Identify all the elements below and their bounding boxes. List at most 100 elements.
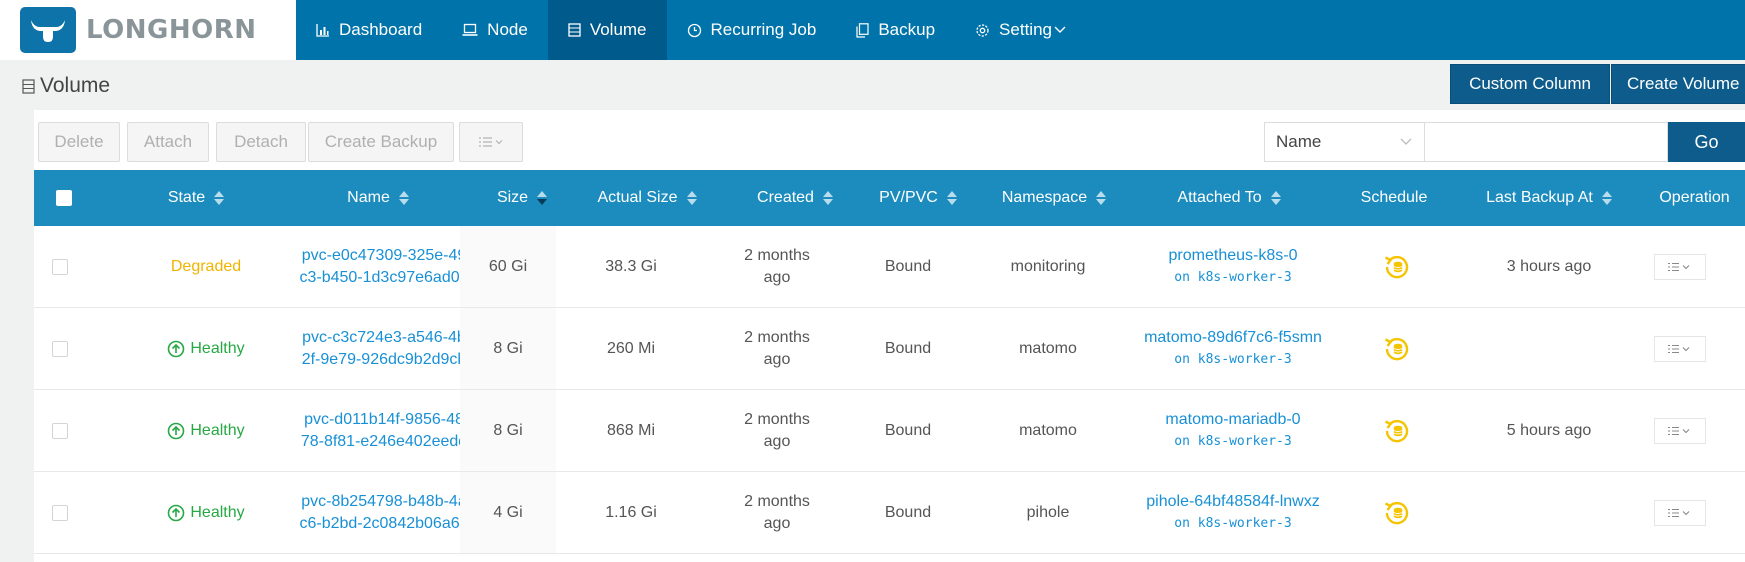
nav-label: Recurring Job (710, 20, 817, 39)
volume-actual-size: 1.16 Gi (605, 503, 657, 521)
row-checkbox[interactable] (52, 259, 68, 275)
volume-name-link[interactable]: pvc-8b254798-b48b-4a c6-b2bd-2c0842b06a64 (284, 472, 484, 553)
attached-workload-link[interactable]: pihole-64bf48584f-lnwxz (1146, 491, 1319, 513)
row-checkbox[interactable] (52, 505, 68, 521)
volume-attached-to: matomo-89d6f7c6-f5smn on k8s-worker-3 (1128, 308, 1338, 389)
nav-recurring-job[interactable]: Recurring Job (667, 0, 837, 60)
column-created[interactable]: Created (724, 170, 866, 226)
gear-icon (976, 23, 989, 37)
list-icon (1668, 262, 1690, 272)
list-icon (1668, 508, 1690, 518)
delete-button[interactable]: Delete (38, 122, 120, 162)
volume-created: 2 months ago (706, 390, 848, 471)
created-line-1: 2 months (744, 492, 810, 510)
operation-menu-button[interactable] (1654, 336, 1706, 362)
recurring-backup-icon[interactable] (1381, 497, 1413, 529)
search-field-select[interactable]: Name (1264, 122, 1425, 162)
detach-button[interactable]: Detach (216, 122, 306, 162)
volume-name-link[interactable]: pvc-d011b14f-9856-48 78-8f81-e246e402eedd (284, 390, 484, 471)
volume-name-link[interactable]: pvc-c3c724e3-a546-4b 2f-9e79-926dc9b2d9cb (284, 308, 484, 389)
attached-workload-link[interactable]: matomo-mariadb-0 (1165, 409, 1300, 431)
more-actions-button[interactable] (459, 122, 523, 162)
recurring-backup-icon[interactable] (1381, 251, 1413, 283)
column-attached-to[interactable]: Attached To (1124, 170, 1334, 226)
operation-menu-button[interactable] (1654, 500, 1706, 526)
operation-menu-button[interactable] (1654, 254, 1706, 280)
sort-icon (946, 191, 957, 205)
arrow-up-circle-icon (168, 422, 185, 439)
longhorn-logo-icon (20, 7, 76, 53)
state-label: Healthy (190, 503, 245, 521)
volume-size: 8 Gi (460, 308, 556, 389)
custom-column-button[interactable]: Custom Column (1450, 64, 1610, 104)
page-title: Volume (22, 74, 110, 98)
volume-name-link[interactable]: pvc-e0c47309-325e-49 c3-b450-1d3c97e6ad0a (284, 226, 484, 307)
created-line-2: ago (763, 514, 791, 532)
row-checkbox[interactable] (52, 423, 68, 439)
nav-dashboard[interactable]: Dashboard (296, 0, 442, 60)
brand[interactable]: LONGHORN (0, 0, 296, 60)
column-state[interactable]: State (116, 170, 276, 226)
attached-workload-link[interactable]: matomo-89d6f7c6-f5smn (1144, 327, 1322, 349)
volume-created: 2 months ago (706, 472, 848, 553)
go-button[interactable]: Go (1668, 122, 1745, 162)
column-pvpvc[interactable]: PV/PVC (848, 170, 988, 226)
column-actual-size[interactable]: Actual Size (572, 170, 722, 226)
nav-volume[interactable]: Volume (547, 0, 667, 60)
name-line-1: pvc-d011b14f-9856-48 (304, 410, 464, 428)
operation-menu-button[interactable] (1654, 418, 1706, 444)
attached-workload-link[interactable]: prometheus-k8s-0 (1169, 245, 1298, 267)
list-icon (1668, 426, 1690, 436)
volume-attached-to: matomo-mariadb-0 on k8s-worker-3 (1128, 390, 1338, 471)
recurring-backup-icon[interactable] (1381, 333, 1413, 365)
nav-setting[interactable]: Setting (955, 0, 1086, 60)
create-backup-button[interactable]: Create Backup (308, 122, 454, 162)
attached-node: on k8s-worker-3 (1174, 433, 1292, 449)
volume-actual-size: 38.3 Gi (605, 257, 657, 275)
chevron-down-icon (1400, 138, 1412, 145)
name-line-2: 2f-9e79-926dc9b2d9cb (301, 350, 467, 368)
page-title-text: Volume (40, 74, 111, 97)
row-checkbox[interactable] (52, 341, 68, 357)
nav-label: Node (487, 20, 528, 39)
column-size[interactable]: Size (472, 170, 572, 226)
nav-backup[interactable]: Backup (836, 0, 955, 60)
table-row: Healthy pvc-8b254798-b48b-4a c6-b2bd-2c08… (34, 472, 1745, 554)
name-line-1: pvc-e0c47309-325e-49 (301, 246, 467, 264)
volume-size: 8 Gi (460, 390, 556, 471)
sort-icon (537, 191, 548, 205)
state-label: Healthy (190, 421, 245, 439)
nav-label: Dashboard (339, 20, 423, 39)
clock-icon (687, 23, 701, 37)
volume-actual-size: 260 Mi (606, 339, 656, 357)
laptop-icon (462, 23, 478, 36)
column-name[interactable]: Name (278, 170, 478, 226)
created-line-2: ago (763, 350, 791, 368)
schedule-cell (1337, 390, 1457, 471)
column-namespace[interactable]: Namespace (974, 170, 1134, 226)
volume-namespace: monitoring (1010, 257, 1086, 275)
arrow-up-circle-icon (168, 340, 185, 357)
attached-node: on k8s-worker-3 (1174, 515, 1292, 531)
attach-button[interactable]: Attach (127, 122, 209, 162)
created-line-1: 2 months (744, 328, 810, 346)
nav-label: Backup (878, 20, 936, 39)
volume-pvpvc: Bound (884, 503, 932, 521)
volume-size: 4 Gi (460, 472, 556, 553)
name-line-2: c3-b450-1d3c97e6ad0a (299, 268, 469, 286)
create-volume-button[interactable]: Create Volume (1611, 64, 1745, 104)
volume-pvpvc: Bound (884, 257, 932, 275)
nav-node[interactable]: Node (442, 0, 548, 60)
volume-actual-size: 868 Mi (606, 421, 656, 439)
select-all-checkbox[interactable] (56, 190, 72, 206)
table-row: Healthy pvc-c3c724e3-a546-4b 2f-9e79-926d… (34, 308, 1745, 390)
volume-namespace: pihole (1026, 503, 1070, 521)
column-last-backup-at[interactable]: Last Backup At (1454, 170, 1644, 226)
volume-attached-to: pihole-64bf48584f-lnwxz on k8s-worker-3 (1128, 472, 1338, 553)
search-input[interactable] (1425, 122, 1668, 162)
chevron-down-icon (1054, 26, 1066, 33)
sort-icon (1601, 191, 1612, 205)
schedule-cell (1337, 472, 1457, 553)
arrow-up-circle-icon (168, 504, 185, 521)
recurring-backup-icon[interactable] (1381, 415, 1413, 447)
